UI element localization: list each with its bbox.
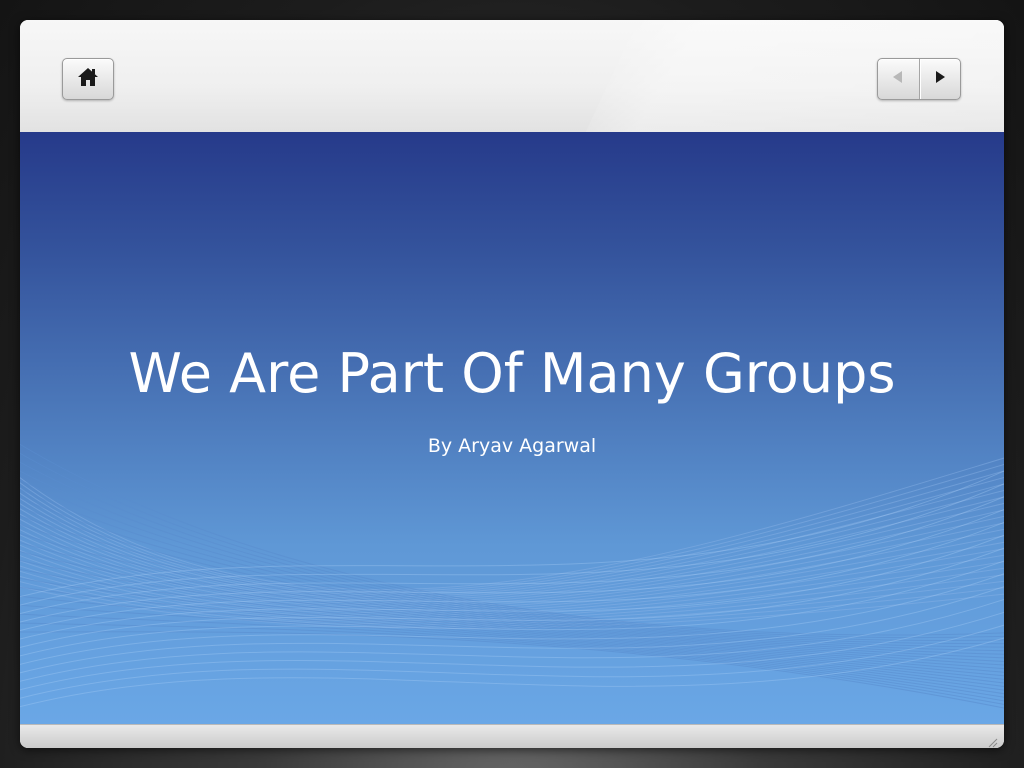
slide-navigation <box>877 58 961 100</box>
viewer-toolbar <box>20 20 1004 132</box>
next-slide-button[interactable] <box>918 59 961 99</box>
previous-slide-button[interactable] <box>878 59 919 99</box>
slide-subtitle: By Aryav Agarwal <box>427 435 597 457</box>
slide-canvas: We Are Part Of Many Groups By Aryav Agar… <box>20 132 1004 724</box>
home-button[interactable] <box>62 58 114 100</box>
presentation-window: We Are Part Of Many Groups By Aryav Agar… <box>20 20 1004 748</box>
resize-grip-icon[interactable] <box>986 733 998 748</box>
previous-arrow-icon <box>890 69 906 89</box>
wave-line <box>20 470 1004 594</box>
viewer-footer <box>20 724 1004 748</box>
wave-line <box>20 502 1004 603</box>
next-arrow-icon <box>932 69 948 89</box>
slide-title: We Are Part Of Many Groups <box>128 342 896 405</box>
wave-lines-decoration <box>20 443 1004 709</box>
home-icon <box>76 66 100 92</box>
wave-line <box>20 604 1004 698</box>
